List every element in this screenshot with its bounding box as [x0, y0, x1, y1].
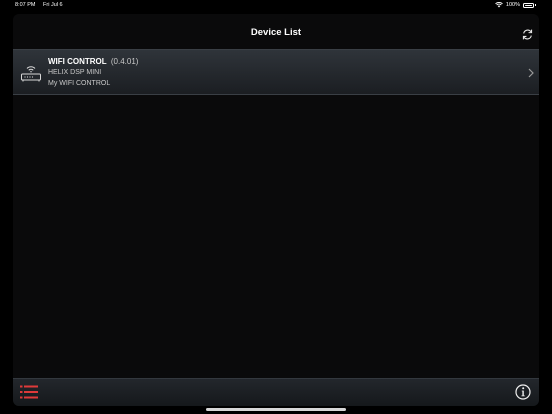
- navigation-bar: Device List: [13, 14, 539, 48]
- battery-tip: [535, 4, 536, 6]
- status-right: 100%: [495, 2, 536, 8]
- device-version: (0.4.01): [110, 57, 139, 66]
- info-icon[interactable]: [515, 384, 531, 400]
- status-bar: 8:07 PM Fri Jul 6 100%: [0, 0, 552, 11]
- battery-icon: [523, 2, 534, 8]
- status-date: Fri Jul 6: [43, 2, 63, 8]
- wifi-icon: [495, 2, 503, 8]
- status-time: 8:07 PM: [15, 2, 36, 8]
- chevron-right-icon: [528, 68, 534, 78]
- bottom-toolbar: [13, 378, 539, 406]
- page-title: Device List: [250, 27, 302, 38]
- battery-percent: 100%: [505, 2, 520, 8]
- device-label: My WIFI CONTROL: [48, 80, 111, 87]
- refresh-button[interactable]: [520, 27, 534, 41]
- device-name: WIFI CONTROL: [48, 57, 107, 66]
- list-icon[interactable]: [20, 385, 38, 399]
- device-title: WIFI CONTROL (0.4.01): [48, 57, 138, 66]
- status-left: 8:07 PM Fri Jul 6: [15, 2, 69, 8]
- device-model: HELIX DSP MINI: [48, 69, 102, 76]
- router-icon: [21, 66, 41, 82]
- refresh-icon: [522, 29, 532, 39]
- device-list-item[interactable]: WIFI CONTROL (0.4.01) HELIX DSP MINI My …: [13, 49, 539, 95]
- home-indicator[interactable]: [206, 408, 346, 411]
- app-window: Device List WIFI CONTROL (0.4.01) HELIX …: [13, 14, 539, 406]
